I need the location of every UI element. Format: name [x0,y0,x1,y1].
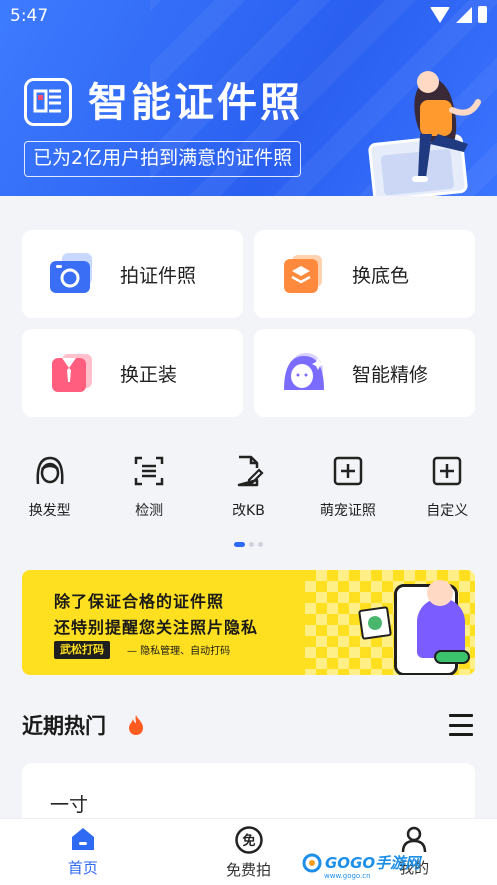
hero-illustration [368,71,481,196]
menu-icon[interactable] [449,714,473,736]
tool-label: 改KB [232,503,265,519]
add-box-icon [433,456,462,486]
page-dot [258,542,263,547]
tool-label: 自定义 [426,503,469,519]
svg-text:免: 免 [242,833,255,849]
watermark-url: www.gogo.cn [324,872,371,880]
section-title: 近期热门 [22,714,106,738]
scan-icon [134,456,164,486]
feature-card-change-background[interactable]: 换底色 [254,230,475,318]
hero-subtitle: 已为2亿用户拍到满意的证件照 [24,141,302,177]
face-retouch-icon [280,350,326,396]
tool-label: 萌宠证照 [319,503,376,519]
tool-change-hairstyle[interactable]: 换发型 [5,454,95,520]
wifi-icon [430,6,450,23]
feature-card-change-suit[interactable]: 换正装 [22,329,243,417]
feature-card-label: 智能精修 [352,363,429,386]
tool-custom[interactable]: 自定义 [402,454,492,520]
watermark: GOGO手游网 www.gogo.cn [302,852,421,880]
nav-label: 首页 [67,859,98,877]
suit-icon [48,350,94,396]
add-box-icon [333,456,363,486]
hero-banner: 5:47 智能证件照 已为2亿用户拍到满意的证件照 [0,0,497,196]
feature-card-take-photo[interactable]: 拍证件照 [22,230,243,318]
free-shoot-icon: 免 [234,826,263,854]
banner-tag-desc: — 隐私管理、自动打码 [127,646,231,657]
camera-icon [48,251,94,297]
page-dot [249,542,254,547]
watermark-logo-icon [302,853,322,872]
feature-card-smart-retouch[interactable]: 智能精修 [254,329,475,417]
feature-card-label: 换正装 [120,363,178,386]
bottom-nav: 首页 免 免费拍 我的 [0,818,497,885]
tool-row: 换发型 检测 改KB 萌宠证照 自定义 [0,454,497,520]
home-icon [71,828,94,850]
status-icons [430,6,487,23]
app-logo-icon [24,78,72,126]
fire-icon [129,715,143,735]
signal-icon [456,6,472,23]
feature-card-label: 换底色 [352,264,410,287]
person-icon [401,826,427,853]
status-time: 5:47 [10,6,49,26]
tool-change-kb[interactable]: 改KB [203,454,293,520]
tool-check[interactable]: 检测 [104,454,194,520]
nav-label: 免费拍 [226,861,272,879]
feature-card-label: 拍证件照 [120,264,197,287]
page-indicator [234,542,263,547]
banner-tag: 武松打码 [54,641,110,659]
edit-file-icon [238,455,265,487]
battery-icon [478,6,487,23]
tool-pet-photo[interactable]: 萌宠证照 [303,454,393,520]
photo-illustration [358,606,392,640]
recent-item-title: 一寸 [50,794,89,816]
layers-icon [280,251,326,297]
app-title: 智能证件照 [88,80,303,126]
watermark-brand: GOGO手游网 [325,854,421,872]
banner-line-1: 除了保证合格的证件照 [54,592,225,611]
banner-line-2: 还特别提醒您关注照片隐私 [54,618,259,637]
nav-home[interactable]: 首页 [0,819,166,885]
tool-label: 换发型 [28,503,71,519]
page-dot-active [234,542,245,547]
chat-bubble-illustration [434,650,470,664]
tool-label: 检测 [135,503,164,519]
person-illustration [417,580,465,658]
hairstyle-icon [36,456,64,485]
privacy-promo-banner[interactable]: 除了保证合格的证件照 还特别提醒您关注照片隐私 武松打码 — 隐私管理、自动打码 [22,570,475,675]
